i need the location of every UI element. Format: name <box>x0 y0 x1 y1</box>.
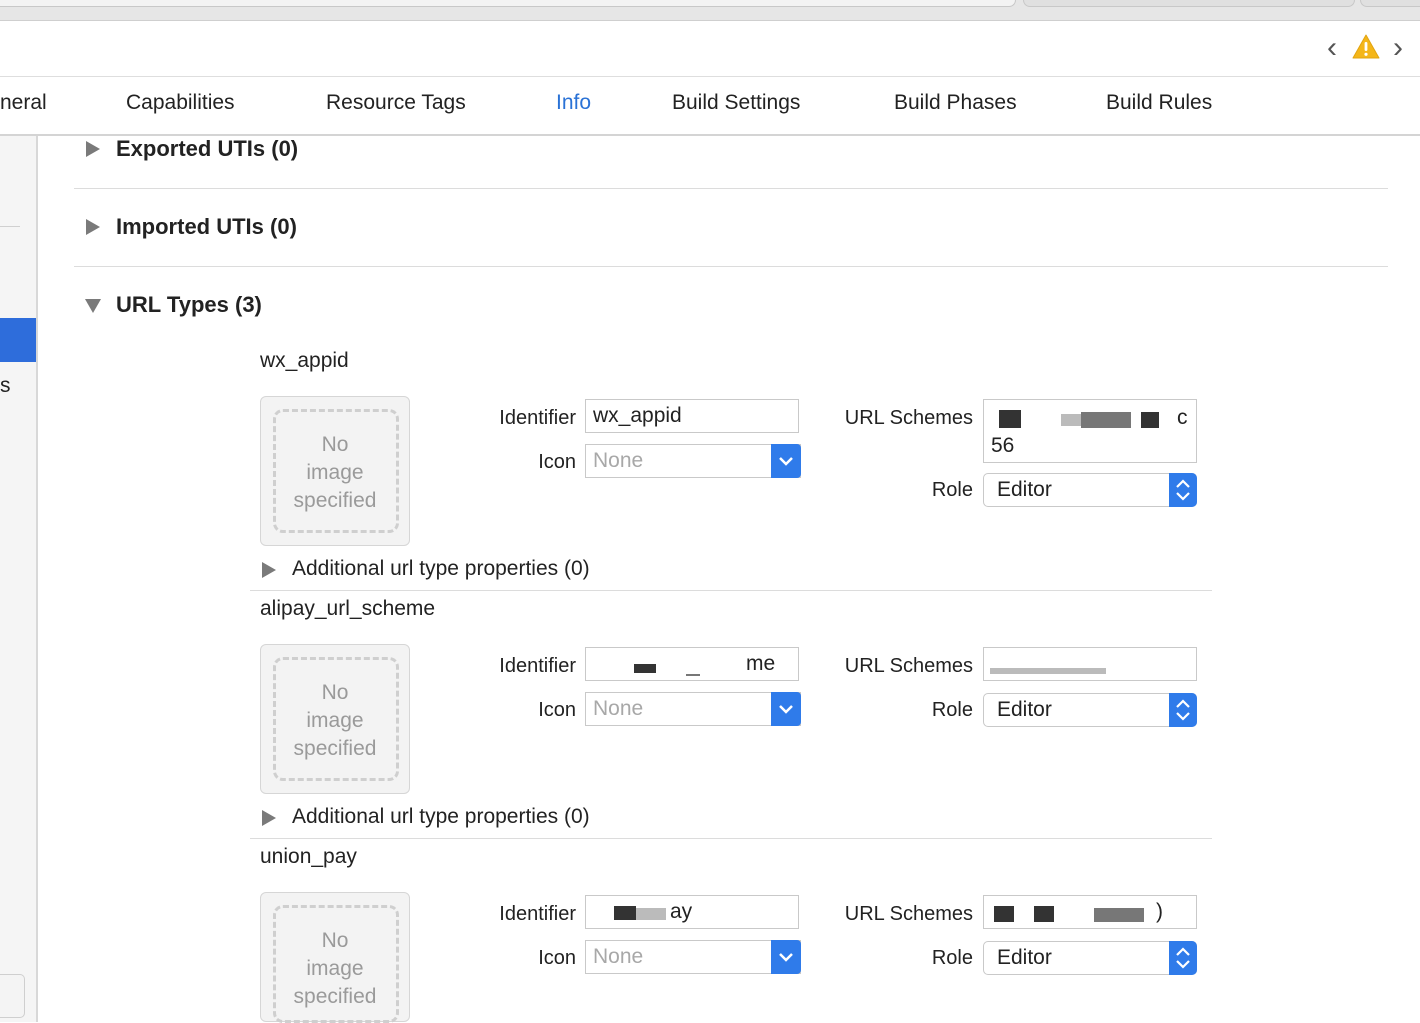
tab-build-settings[interactable]: Build Settings <box>672 91 800 115</box>
sidebar-item-label[interactable]: s <box>0 374 11 398</box>
warning-icon[interactable] <box>1352 34 1380 60</box>
identifier-field[interactable]: me <box>585 647 799 681</box>
url-schemes-line: ) <box>1156 900 1163 923</box>
additional-properties[interactable]: Additional url type properties (0) <box>292 805 590 829</box>
disclosure-down-icon[interactable] <box>85 299 101 313</box>
chevron-down-icon[interactable] <box>771 940 801 974</box>
tab-info[interactable]: Info <box>556 91 591 115</box>
identifier-value: ay <box>670 900 693 923</box>
chevron-down-icon[interactable] <box>771 444 801 478</box>
window-tab[interactable] <box>1023 0 1355 7</box>
icon-placeholder: None <box>593 449 644 472</box>
divider <box>74 188 1388 189</box>
disclosure-right-icon[interactable] <box>262 562 276 578</box>
role-label: Role <box>931 699 973 721</box>
forward-arrow-icon[interactable]: › <box>1388 33 1408 63</box>
url-schemes-field[interactable]: ) <box>983 895 1197 929</box>
icon-combo[interactable]: None <box>585 692 801 726</box>
icon-label: Icon <box>538 947 576 969</box>
identifier-label: Identifier <box>499 407 576 429</box>
sidebar-divider <box>0 226 20 227</box>
icon-placeholder: None <box>593 945 644 968</box>
role-label: Role <box>931 947 973 969</box>
url-schemes-label: URL Schemes <box>844 655 973 677</box>
image-placeholder-text: No image specified <box>293 433 377 512</box>
window-tab[interactable] <box>1360 0 1420 7</box>
identifier-label: Identifier <box>499 903 576 925</box>
tab-build-phases[interactable]: Build Phases <box>894 91 1017 115</box>
tab-capabilities[interactable]: Capabilities <box>126 91 235 115</box>
role-popup[interactable]: Editor <box>983 693 1197 727</box>
image-well[interactable]: No image specified <box>260 644 410 794</box>
window-tab[interactable] <box>0 0 1016 7</box>
url-schemes-label: URL Schemes <box>844 903 973 925</box>
role-label: Role <box>931 479 973 501</box>
editor-tab-bar: neral Capabilities Resource Tags Info Bu… <box>0 77 1420 136</box>
url-schemes-line: 56 <box>991 434 1015 457</box>
url-schemes-label: URL Schemes <box>844 407 973 429</box>
updown-chevron-icon <box>1169 473 1197 507</box>
tab-general[interactable]: neral <box>0 91 47 115</box>
image-placeholder-text: No image specified <box>293 681 377 760</box>
divider <box>74 266 1388 267</box>
url-type-name: union_pay <box>260 845 357 868</box>
role-value: Editor <box>997 946 1052 969</box>
role-popup[interactable]: Editor <box>983 473 1197 507</box>
icon-combo[interactable]: None <box>585 940 801 974</box>
role-value: Editor <box>997 698 1052 721</box>
url-types-header[interactable]: URL Types (3) <box>116 292 262 318</box>
disclosure-right-icon[interactable] <box>262 810 276 826</box>
image-well[interactable]: No image specified <box>260 396 410 546</box>
back-arrow-icon[interactable]: ‹ <box>1322 33 1342 63</box>
disclosure-right-icon[interactable] <box>86 219 100 235</box>
identifier-label: Identifier <box>499 655 576 677</box>
tab-resource-tags[interactable]: Resource Tags <box>326 91 466 115</box>
icon-combo[interactable]: None <box>585 444 801 478</box>
tab-build-rules[interactable]: Build Rules <box>1106 91 1212 115</box>
additional-properties[interactable]: Additional url type properties (0) <box>292 557 590 581</box>
identifier-value: me <box>746 652 776 675</box>
sidebar-add-button[interactable] <box>0 974 25 1018</box>
url-type-name: alipay_url_scheme <box>260 597 436 620</box>
disclosure-right-icon[interactable] <box>86 141 100 157</box>
image-placeholder-text: No image specified <box>293 929 377 1008</box>
icon-label: Icon <box>538 451 576 473</box>
url-schemes-field[interactable] <box>983 647 1197 681</box>
url-type-name: wx_appid <box>260 349 349 372</box>
divider <box>250 838 1212 839</box>
updown-chevron-icon <box>1169 941 1197 975</box>
chevron-down-icon[interactable] <box>771 692 801 726</box>
image-well[interactable]: No image specified <box>260 892 410 1023</box>
divider <box>250 590 1212 591</box>
jump-bar <box>0 21 1420 77</box>
identifier-field[interactable]: wx_appid <box>585 399 799 433</box>
sidebar-selected-item[interactable] <box>0 318 36 362</box>
window-tab-strip <box>0 0 1420 21</box>
role-popup[interactable]: Editor <box>983 941 1197 975</box>
role-value: Editor <box>997 478 1052 501</box>
icon-placeholder: None <box>593 697 644 720</box>
icon-label: Icon <box>538 699 576 721</box>
imported-utis-header[interactable]: Imported UTIs (0) <box>116 214 297 240</box>
targets-sidebar <box>0 136 38 1022</box>
url-schemes-field[interactable]: wx…c c 56 <box>983 399 1197 463</box>
identifier-field[interactable]: ay <box>585 895 799 929</box>
exported-utis-header[interactable]: Exported UTIs (0) <box>116 136 298 162</box>
updown-chevron-icon <box>1169 693 1197 727</box>
